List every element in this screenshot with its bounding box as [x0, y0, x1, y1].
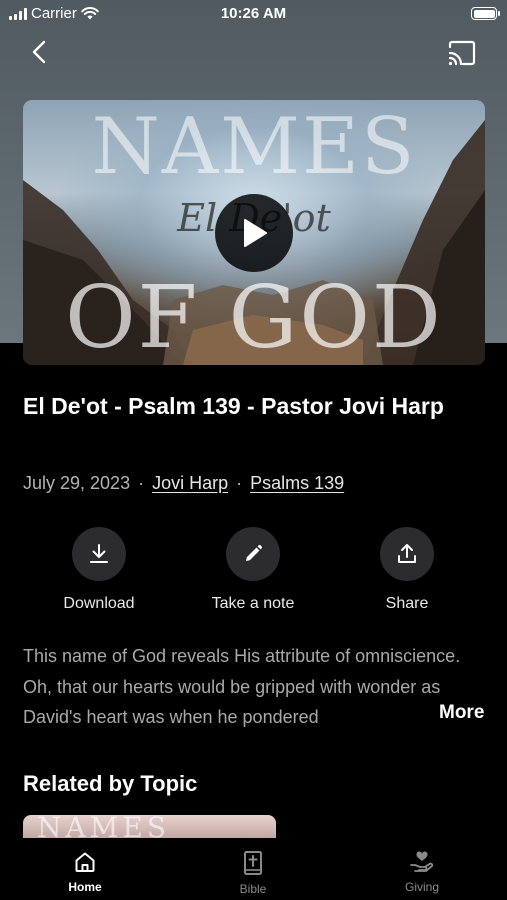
description-fade [390, 702, 440, 732]
take-note-label: Take a note [211, 595, 295, 612]
tab-home[interactable]: Home [35, 850, 135, 894]
tab-giving-label: Giving [404, 880, 439, 894]
share-icon [398, 544, 416, 563]
chevron-left-icon [32, 40, 46, 64]
cast-icon [448, 40, 476, 66]
status-time: 10:26 AM [220, 5, 287, 22]
share-button[interactable]: Share [342, 527, 472, 613]
speaker-link[interactable]: Jovi Harp [152, 473, 228, 494]
sermon-date: July 29, 2023 [23, 473, 131, 493]
sermon-title: El De'ot - Psalm 139 - Pastor Jovi Harp [23, 393, 444, 419]
scripture-link[interactable]: Psalms 139 [250, 473, 344, 494]
home-icon [75, 852, 95, 872]
share-label: Share [385, 595, 429, 612]
tab-bible-label: Bible [239, 882, 267, 896]
separator-dot: · [138, 473, 145, 493]
share-circle[interactable] [380, 527, 434, 581]
pencil-icon [246, 544, 263, 561]
download-label: Download [63, 595, 135, 612]
play-button[interactable] [215, 194, 293, 272]
tab-home-label: Home [68, 880, 102, 894]
giving-icon [410, 851, 434, 872]
sermon-artwork[interactable]: NAMES El De'ot OF GOD [23, 100, 485, 365]
back-button[interactable] [26, 38, 54, 66]
bible-icon [244, 851, 262, 875]
take-note-button[interactable]: Take a note [188, 527, 318, 613]
tab-bar: Home Bible Giving [0, 838, 507, 900]
cast-button[interactable] [447, 40, 477, 66]
related-heading: Related by Topic [23, 771, 198, 796]
download-icon [90, 544, 108, 563]
tab-bible[interactable]: Bible [203, 850, 303, 896]
separator-dot: · [236, 473, 243, 493]
play-icon [244, 219, 267, 247]
more-button[interactable]: More [437, 702, 485, 724]
battery-icon [471, 7, 500, 20]
sermon-meta: July 29, 2023 · Jovi Harp · Psalms 139 [23, 473, 344, 494]
take-note-circle[interactable] [226, 527, 280, 581]
download-circle[interactable] [72, 527, 126, 581]
tab-giving[interactable]: Giving [372, 850, 472, 894]
download-button[interactable]: Download [34, 527, 164, 613]
status-bar: Carrier 10:26 AM [0, 0, 507, 28]
artwork-title-top: NAMES [91, 102, 417, 192]
artwork-title-bottom: OF GOD [65, 268, 443, 365]
